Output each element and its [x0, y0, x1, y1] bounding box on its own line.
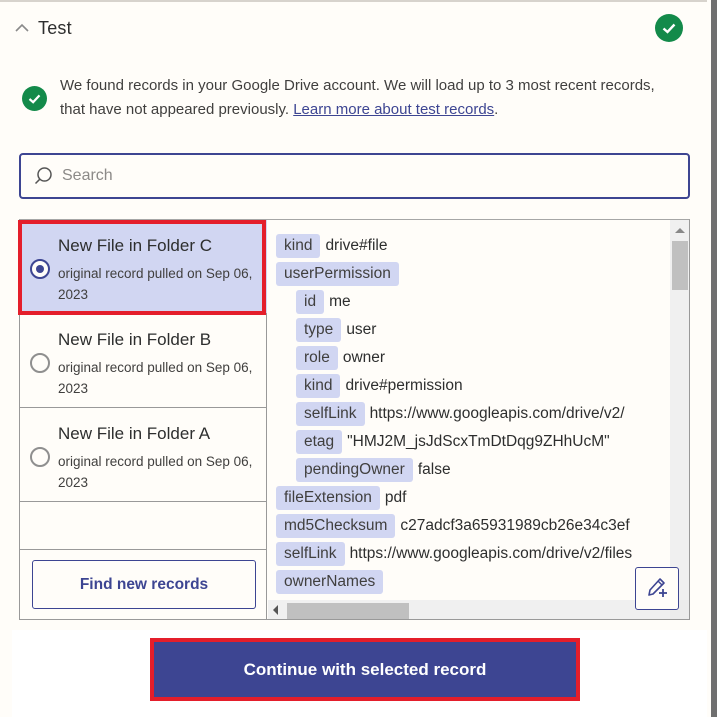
horizontal-scrollbar[interactable] — [268, 600, 670, 619]
check-circle-icon — [22, 86, 47, 111]
field-value: false — [417, 461, 451, 478]
field-value: "HMJ2M_jsJdScxTmDtDqg9ZHhUcM" — [347, 433, 610, 450]
record-item-folder-c[interactable]: New File in Folder C original record pul… — [20, 220, 267, 314]
section-title: Test — [38, 17, 72, 38]
field-key: kind — [296, 374, 341, 398]
record-radio-selected[interactable] — [30, 259, 50, 279]
pencil-plus-icon — [645, 575, 669, 602]
window-edge — [711, 0, 717, 717]
notice-trailing: . — [494, 101, 499, 118]
field-row: role owner — [296, 346, 385, 370]
field-row: ownerNames — [276, 570, 384, 594]
field-row: userPermission — [276, 262, 399, 286]
field-row: kind drive#permission — [296, 374, 463, 398]
record-subtitle: original record pulled on Sep 06, 2023 — [58, 454, 253, 490]
field-key: id — [296, 290, 325, 314]
field-value: https://www.googleapis.com/drive/v2/ — [369, 405, 625, 422]
field-key: kind — [276, 234, 321, 258]
field-value: user — [346, 321, 377, 338]
record-radio[interactable] — [30, 447, 50, 467]
record-title: New File in Folder B — [58, 330, 212, 349]
notice-text: We found records in your Google Drive ac… — [60, 74, 682, 122]
record-list-empty-row — [20, 502, 267, 550]
field-key: etag — [296, 430, 343, 454]
field-key: type — [296, 318, 342, 342]
scroll-left-arrow-icon[interactable] — [273, 605, 278, 615]
record-subtitle: original record pulled on Sep 06, 2023 — [58, 360, 253, 396]
record-title: New File in Folder C — [58, 236, 212, 255]
top-border — [0, 0, 707, 2]
record-list: New File in Folder C original record pul… — [18, 220, 267, 619]
field-row: pendingOwner false — [296, 458, 451, 482]
edit-record-button[interactable] — [635, 567, 679, 610]
records-found-notice: We found records in your Google Drive ac… — [22, 74, 682, 122]
record-item-folder-b[interactable]: New File in Folder B original record pul… — [20, 314, 267, 408]
field-key: role — [296, 346, 338, 370]
field-key: fileExtension — [276, 486, 380, 510]
field-key: selfLink — [276, 542, 345, 566]
field-row: type user — [296, 318, 376, 342]
field-key: pendingOwner — [296, 458, 413, 482]
search-field[interactable] — [19, 153, 690, 199]
field-value: drive#file — [325, 237, 388, 254]
field-value: pdf — [384, 489, 407, 506]
field-value: drive#permission — [345, 377, 463, 394]
test-section-header[interactable]: Test — [12, 14, 72, 42]
field-row: id me — [296, 290, 351, 314]
field-key: selfLink — [296, 402, 365, 426]
field-row: etag "HMJ2M_jsJdScxTmDtDqg9ZHhUcM" — [296, 430, 610, 454]
find-new-records-button[interactable]: Find new records — [32, 560, 256, 609]
field-key: userPermission — [276, 262, 399, 286]
records-panel: New File in Folder C original record pul… — [18, 219, 690, 620]
record-item-folder-a[interactable]: New File in Folder A original record pul… — [20, 408, 267, 502]
field-row: selfLink https://www.googleapis.com/drive… — [296, 402, 625, 426]
search-input[interactable] — [62, 167, 662, 185]
field-value: owner — [342, 349, 386, 366]
field-row: fileExtension pdf — [276, 486, 406, 510]
record-title: New File in Folder A — [58, 424, 211, 443]
vertical-scrollbar[interactable] — [670, 220, 689, 600]
field-row: md5Checksum c27adcf3a65931989cb26e34c3ef — [276, 514, 630, 538]
continue-with-selected-record-button[interactable]: Continue with selected record — [154, 642, 576, 697]
field-value: me — [329, 293, 351, 310]
continue-highlight: Continue with selected record — [150, 638, 580, 701]
field-row: selfLink https://www.googleapis.com/drive… — [276, 542, 632, 566]
search-icon — [32, 165, 54, 187]
vertical-scroll-thumb[interactable] — [672, 241, 688, 290]
check-circle-icon — [655, 14, 683, 42]
record-subtitle: original record pulled on Sep 06, 2023 — [58, 266, 253, 302]
record-radio[interactable] — [30, 353, 50, 373]
field-row: kind drive#file — [276, 234, 387, 258]
field-key: ownerNames — [276, 570, 384, 594]
record-detail-view[interactable]: kind drive#file userPermission id me type user… — [268, 220, 689, 619]
field-value: https://www.googleapis.com/drive/v2/file… — [349, 545, 633, 562]
horizontal-scroll-thumb[interactable] — [287, 603, 409, 619]
field-key: md5Checksum — [276, 514, 396, 538]
chevron-up-icon[interactable] — [12, 18, 32, 38]
field-value: c27adcf3a65931989cb26e34c3ef — [400, 517, 630, 534]
learn-more-link[interactable]: Learn more about test records — [293, 101, 494, 118]
scroll-up-arrow-icon[interactable] — [675, 228, 685, 233]
